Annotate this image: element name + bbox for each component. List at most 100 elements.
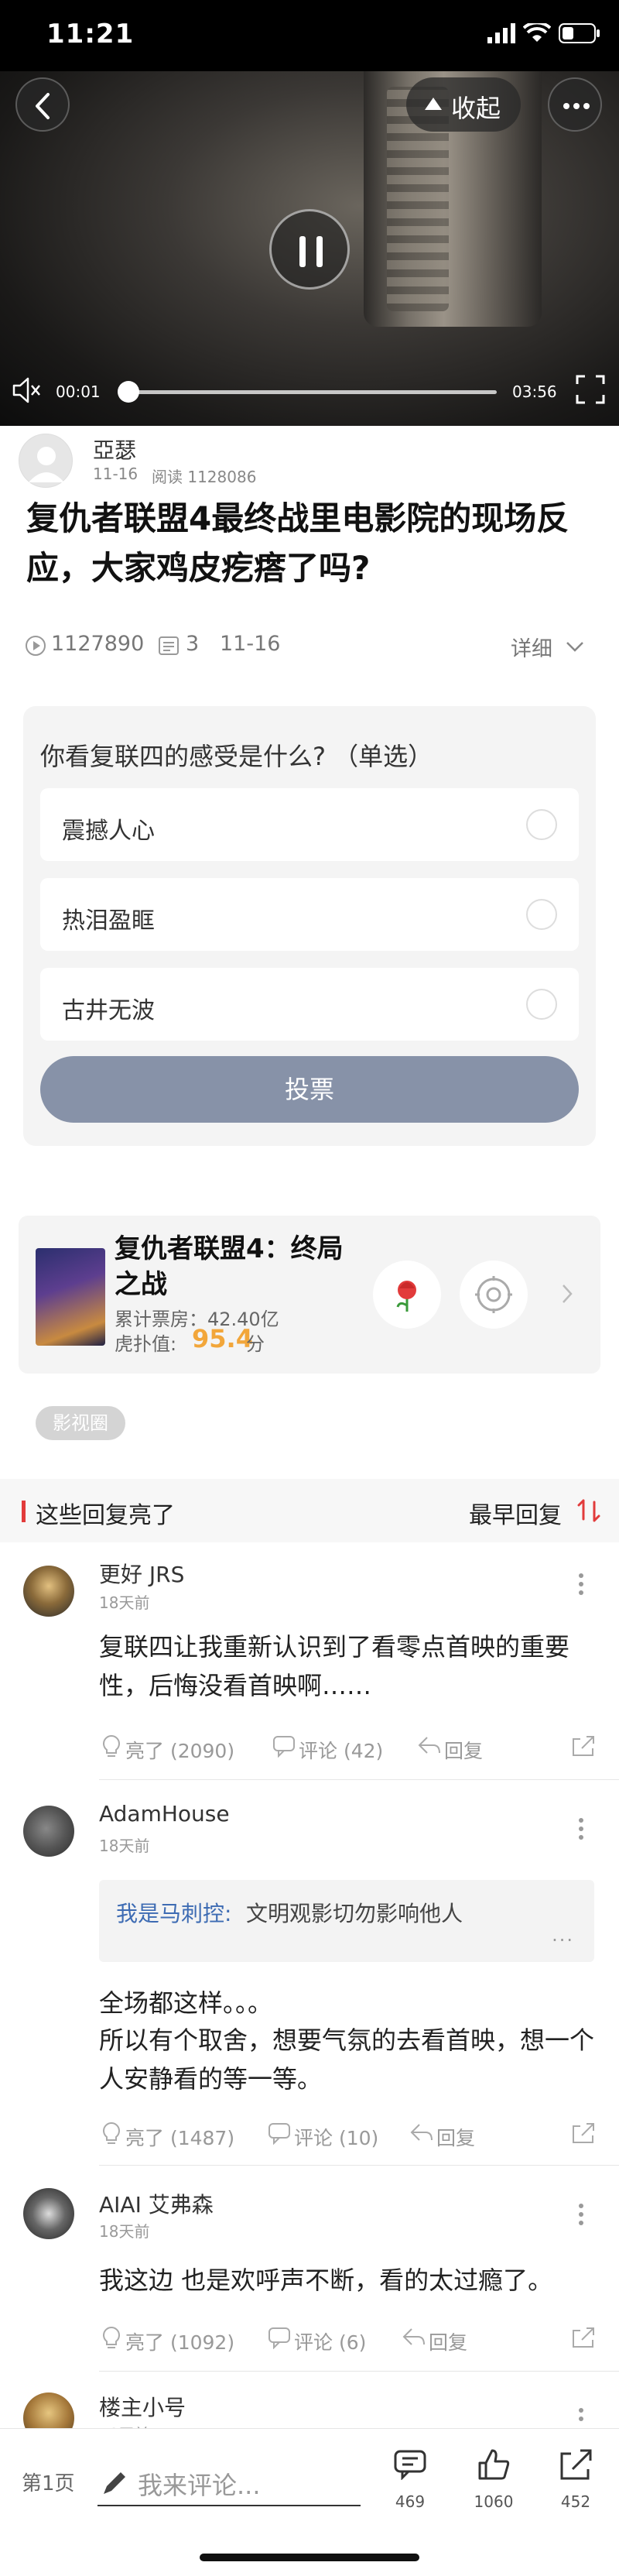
avatar[interactable]	[23, 2188, 74, 2239]
movie-card[interactable]: 复仇者联盟4：终局之战 累计票房：42.40亿 虎扑值: 95.4 分	[19, 1216, 600, 1374]
page-indicator[interactable]: 第1页	[22, 2468, 75, 2496]
comment-author[interactable]: 楼主小号	[99, 2391, 186, 2422]
flower-icon	[396, 1281, 416, 1312]
avatar[interactable]	[23, 1566, 74, 1617]
poll-option[interactable]: 震撼人心	[40, 788, 579, 861]
chevron-left-icon	[36, 93, 50, 119]
gear-icon	[475, 1276, 512, 1313]
comment-placeholder: 我来评论...	[138, 2471, 261, 2500]
reply-count[interactable]: 评论 (6)	[294, 2327, 366, 2355]
comments-icon[interactable]	[393, 2449, 427, 2480]
reply-button[interactable]: 回复	[436, 2123, 475, 2151]
like-count[interactable]: 亮了 (1487)	[125, 2123, 234, 2151]
light-bulb-icon[interactable]	[101, 1734, 122, 1758]
topic-tag[interactable]: 影视圈	[36, 1406, 125, 1440]
radio-button[interactable]	[526, 989, 557, 1020]
play-count: 1127890	[51, 632, 145, 656]
movie-poster[interactable]	[36, 1248, 105, 1346]
likes-total: 1060	[474, 2492, 514, 2511]
share-icon[interactable]	[559, 2447, 593, 2482]
comment-text: 全场都这样。。。	[99, 1988, 273, 2018]
mute-icon[interactable]	[12, 376, 42, 404]
poll-card: 你看复联四的感受是什么? （单选） 震撼人心 热泪盈眶 古井无波 投票	[23, 706, 596, 1146]
author-avatar[interactable]	[19, 434, 73, 488]
video-progress-track[interactable]	[127, 390, 497, 394]
radio-button[interactable]	[526, 809, 557, 840]
chevron-right-icon[interactable]	[560, 1282, 574, 1305]
thumbs-up-icon[interactable]	[477, 2447, 511, 2482]
play-count-icon	[25, 635, 46, 657]
poll-option-label: 热泪盈眶	[62, 907, 155, 935]
wifi-icon	[523, 23, 551, 43]
signal-icon	[487, 23, 517, 43]
comment-author[interactable]: AIAI 艾弗森	[99, 2188, 214, 2219]
section-title: 这些回复亮了	[36, 1502, 175, 1529]
reply-arrow-icon[interactable]	[410, 2123, 433, 2143]
pause-button[interactable]	[269, 209, 350, 290]
triangle-up-icon	[425, 98, 442, 110]
pencil-icon	[104, 2472, 125, 2494]
comment-text: 复联四让我重新认识到了看零点首映的重要性，后悔没看首映啊……	[99, 1632, 570, 1700]
light-bulb-icon[interactable]	[101, 2122, 122, 2145]
comment-time: 18天前	[99, 1593, 150, 1612]
post-date: 11-16	[220, 632, 281, 656]
like-count[interactable]: 亮了 (1092)	[125, 2327, 234, 2355]
light-bulb-icon[interactable]	[101, 2326, 122, 2349]
comment-text: 所以有个取舍，想要气氛的去看首映，想一个人安静看的等一等。	[99, 2025, 595, 2094]
reply-button[interactable]: 回复	[429, 2327, 467, 2355]
comment-input[interactable]: 我来评论...	[97, 2458, 361, 2506]
like-count[interactable]: 亮了 (2090)	[125, 1736, 234, 1764]
shares-total: 452	[560, 2492, 591, 2511]
comment-more-icon[interactable]	[577, 2406, 585, 2427]
fullscreen-icon[interactable]	[576, 375, 605, 404]
quoted-author[interactable]: 我是马刺控:	[116, 1897, 231, 1928]
share-icon[interactable]	[571, 2122, 596, 2145]
collapse-button[interactable]: 收起	[406, 77, 521, 132]
gear-button[interactable]	[460, 1261, 528, 1329]
comment-bubble-icon[interactable]	[268, 2326, 291, 2349]
detail-link[interactable]: 详细	[511, 632, 552, 662]
comment-author[interactable]: AdamHouse	[99, 1801, 230, 1827]
comment-more-icon[interactable]	[577, 2202, 585, 2227]
poll-option[interactable]: 热泪盈眶	[40, 878, 579, 951]
reply-arrow-icon[interactable]	[402, 2327, 426, 2348]
author-date: 11-16	[93, 465, 139, 483]
video-progress-knob[interactable]	[117, 381, 139, 403]
share-icon[interactable]	[571, 1734, 596, 1758]
comment-bubble-icon[interactable]	[268, 2122, 291, 2145]
author-name[interactable]: 亞瑟	[93, 434, 136, 465]
comment-bubble-icon[interactable]	[272, 1734, 296, 1758]
poll-option[interactable]: 古井无波	[40, 968, 579, 1041]
share-icon[interactable]	[571, 2326, 596, 2349]
comment-more-icon[interactable]	[577, 1572, 585, 1597]
poll-option-label: 震撼人心	[62, 818, 155, 845]
score-label: 虎扑值:	[115, 1333, 177, 1355]
comment-time: 18天前	[99, 2222, 150, 2241]
status-time: 11:21	[46, 19, 135, 50]
radio-button[interactable]	[526, 899, 557, 930]
flower-button[interactable]	[373, 1261, 441, 1329]
quote-more[interactable]: ···	[552, 1929, 574, 1951]
back-button[interactable]	[15, 77, 70, 132]
reply-count[interactable]: 评论 (42)	[299, 1736, 383, 1764]
post-title: 复仇者联盟4最终战里电影院的现场反应，大家鸡皮疙瘩了吗?	[26, 499, 569, 587]
sort-button[interactable]: 最早回复	[469, 1496, 562, 1530]
comment-author[interactable]: 更好 JRS	[99, 1558, 184, 1589]
comment-text: 我这边 也是欢呼声不断，看的太过瘾了。	[99, 2266, 553, 2295]
more-button[interactable]	[548, 77, 602, 132]
reply-count[interactable]: 评论 (10)	[294, 2123, 378, 2151]
vote-button[interactable]: 投票	[40, 1056, 579, 1123]
reply-button[interactable]: 回复	[444, 1736, 483, 1764]
quoted-comment[interactable]: 我是马刺控: 文明观影切勿影响他人 ···	[99, 1880, 594, 1962]
read-count: 阅读 1128086	[152, 468, 257, 486]
sort-icon[interactable]	[576, 1497, 602, 1524]
avatar[interactable]	[23, 1806, 74, 1857]
comment-divider	[99, 1779, 619, 1780]
chevron-down-icon[interactable]	[565, 640, 585, 653]
home-indicator	[200, 2554, 419, 2561]
status-bar: 11:21	[0, 0, 619, 71]
reply-arrow-icon[interactable]	[418, 1736, 441, 1756]
comment-more-icon[interactable]	[577, 1816, 585, 1841]
user-placeholder-icon	[29, 447, 64, 482]
poll-question: 你看复联四的感受是什么? （单选）	[40, 742, 433, 771]
